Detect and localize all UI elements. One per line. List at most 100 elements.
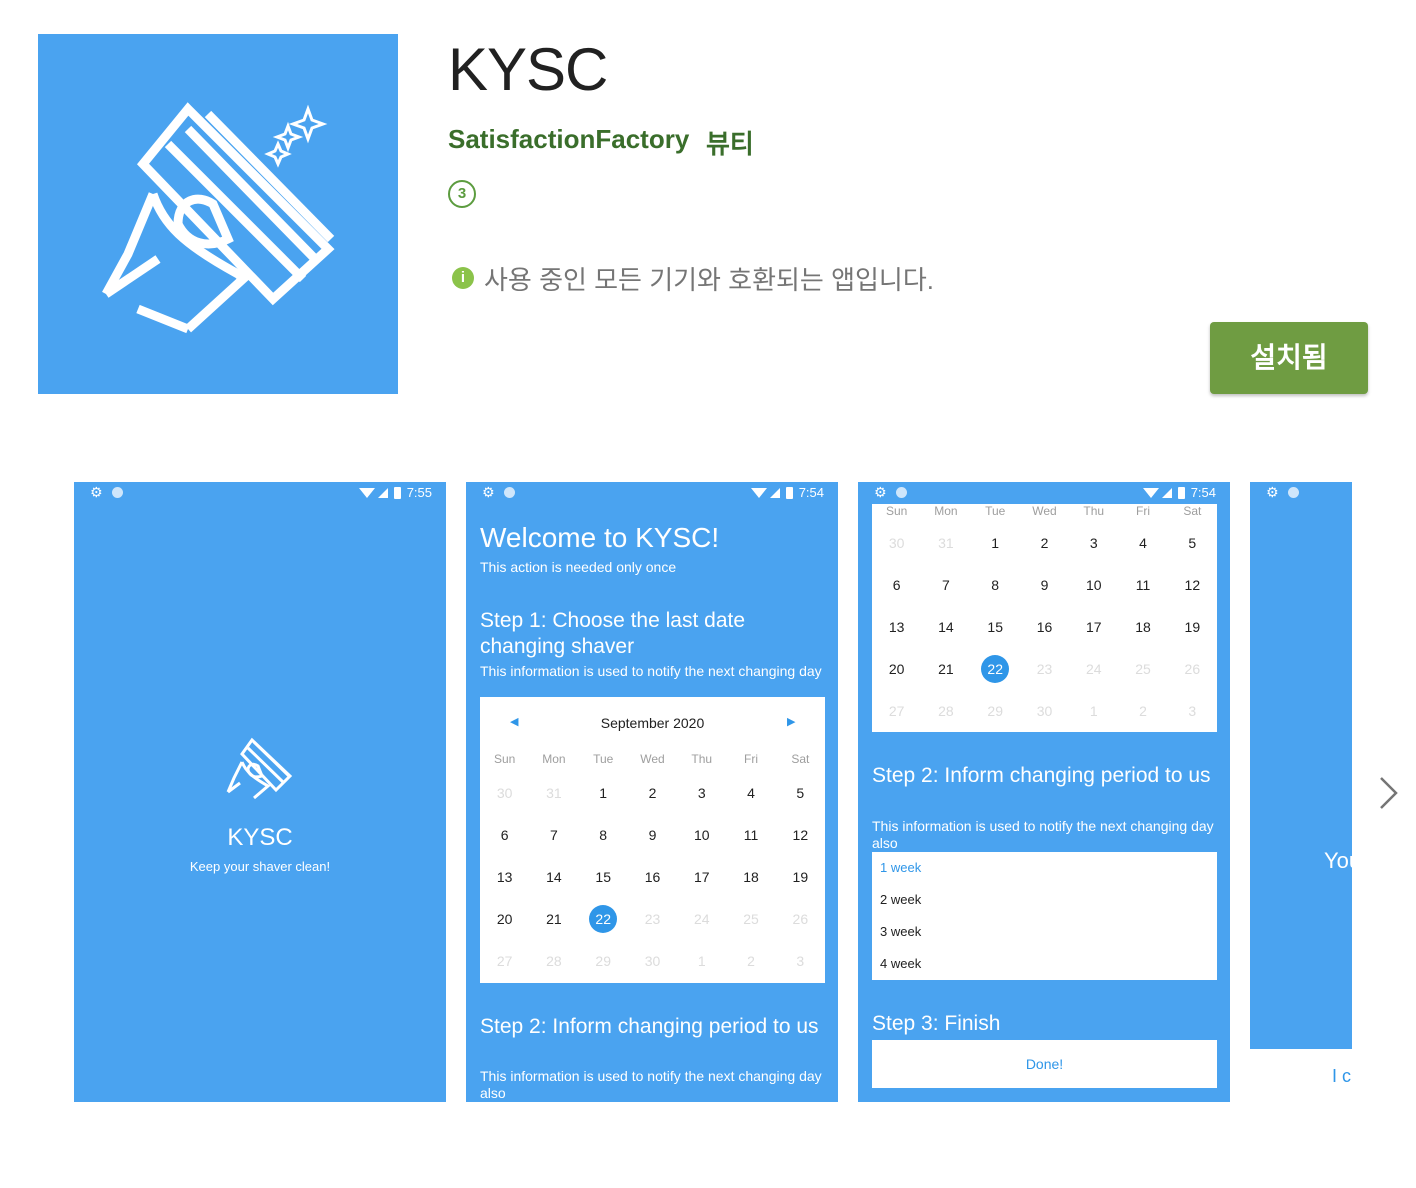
calendar-day[interactable]: 17 (1069, 612, 1118, 642)
calendar-day[interactable]: 1 (971, 528, 1020, 558)
calendar-day[interactable]: 8 (971, 570, 1020, 600)
calendar-week-row: 27 28 29 30 1 2 3 (872, 690, 1217, 732)
calendar-day[interactable]: 29 (971, 696, 1020, 726)
calendar-day[interactable]: 31 (529, 778, 578, 808)
calendar-day[interactable]: 3 (677, 778, 726, 808)
calendar-day[interactable]: 21 (921, 654, 970, 684)
calendar-day[interactable]: 14 (529, 862, 578, 892)
calendar-day[interactable]: 12 (1168, 570, 1217, 600)
done-button[interactable]: Done! (872, 1040, 1217, 1088)
calendar-week-row: 13 14 15 16 17 18 19 (872, 606, 1217, 648)
install-button[interactable]: 설치됨 (1210, 322, 1368, 394)
calendar-day[interactable]: 19 (1168, 612, 1217, 642)
calendar-day[interactable]: 23 (628, 904, 677, 934)
calendar-weeks: 30 31 1 2 3 4 5 6 7 8 9 10 11 12 13 14 15 16 17 18 19 20 21 22 2… (872, 522, 1217, 732)
calendar-day[interactable]: 13 (480, 862, 529, 892)
calendar-day[interactable]: 16 (1020, 612, 1069, 642)
period-option[interactable]: 2 week (872, 884, 1217, 916)
calendar-day[interactable]: 24 (677, 904, 726, 934)
calendar-day[interactable]: 6 (872, 570, 921, 600)
calendar-day[interactable]: 30 (480, 778, 529, 808)
calendar-day-number: 26 (792, 911, 809, 927)
calendar-day[interactable]: 19 (776, 862, 825, 892)
screenshot-4[interactable]: ⚙ You (1250, 482, 1352, 1049)
calendar-day[interactable]: 15 (579, 862, 628, 892)
calendar[interactable]: Sun Mon Tue Wed Thu Fri Sat 30 31 1 2 3 4 5 6 7 8… (872, 504, 1217, 732)
calendar-day[interactable]: 15 (971, 612, 1020, 642)
calendar-day[interactable]: 11 (726, 820, 775, 850)
splash-title: KYSC (227, 824, 293, 851)
status-time: 7:54 (1190, 485, 1216, 500)
calendar-day[interactable]: 20 (480, 904, 529, 934)
calendar-day[interactable]: 1 (1069, 696, 1118, 726)
calendar-day[interactable]: 29 (579, 946, 628, 976)
screenshot-2[interactable]: ⚙ 7:54 Welcome to KYSC! This action is n… (466, 482, 838, 1102)
calendar-day[interactable]: 20 (872, 654, 921, 684)
razor-icon (226, 737, 293, 800)
developer-link[interactable]: SatisfactionFactory (448, 124, 689, 155)
calendar-day-number: 4 (1139, 535, 1147, 551)
calendar-day[interactable]: 4 (1118, 528, 1167, 558)
period-option[interactable]: 4 week (872, 948, 1217, 980)
calendar-day-number: 12 (1184, 577, 1201, 593)
calendar-day[interactable]: 2 (726, 946, 775, 976)
calendar-day[interactable]: 30 (628, 946, 677, 976)
calendar-day[interactable]: 10 (677, 820, 726, 850)
calendar-day[interactable]: 4 (726, 778, 775, 808)
screenshot-1[interactable]: ⚙ 7:55 KYSC Keep your shaver clean! (74, 482, 446, 1102)
calendar-day[interactable]: 3 (1069, 528, 1118, 558)
calendar-day[interactable]: 30 (1020, 696, 1069, 726)
calendar-day[interactable]: 2 (1020, 528, 1069, 558)
calendar-day[interactable]: 5 (776, 778, 825, 808)
calendar-day[interactable]: 21 (529, 904, 578, 934)
calendar-day[interactable]: 25 (1118, 654, 1167, 684)
screenshot-3[interactable]: Sun Mon Tue Wed Thu Fri Sat 30 31 1 2 3 4 5 6 7 8… (858, 482, 1230, 1102)
calendar-day[interactable]: 7 (529, 820, 578, 850)
calendar-day[interactable]: 27 (872, 696, 921, 726)
calendar-day[interactable]: 28 (921, 696, 970, 726)
calendar-day[interactable]: 7 (921, 570, 970, 600)
next-month-icon[interactable]: ▶ (787, 715, 795, 728)
calendar-day[interactable]: 26 (776, 904, 825, 934)
calendar-day[interactable]: 25 (726, 904, 775, 934)
calendar-day[interactable]: 26 (1168, 654, 1217, 684)
period-option[interactable]: 3 week (872, 916, 1217, 948)
period-option[interactable]: 1 week (872, 852, 1217, 884)
wifi-icon (1142, 487, 1159, 498)
calendar-day-selected[interactable]: 22 (579, 904, 628, 934)
calendar-day[interactable]: 5 (1168, 528, 1217, 558)
calendar-day[interactable]: 18 (1118, 612, 1167, 642)
calendar-day[interactable]: 1 (579, 778, 628, 808)
calendar-day[interactable]: 3 (1168, 696, 1217, 726)
calendar-day[interactable]: 12 (776, 820, 825, 850)
calendar-day-selected[interactable]: 22 (971, 654, 1020, 684)
calendar-day[interactable]: 28 (529, 946, 578, 976)
calendar-day[interactable]: 2 (628, 778, 677, 808)
calendar-week-row: 27 28 29 30 1 2 3 (480, 940, 825, 982)
calendar-day[interactable]: 11 (1118, 570, 1167, 600)
period-list[interactable]: 1 week 2 week 3 week 4 week (872, 852, 1217, 980)
calendar-day[interactable]: 18 (726, 862, 775, 892)
calendar-day[interactable]: 13 (872, 612, 921, 642)
calendar-day[interactable]: 17 (677, 862, 726, 892)
chevron-right-icon[interactable] (1378, 776, 1398, 810)
calendar-day[interactable]: 14 (921, 612, 970, 642)
calendar-day[interactable]: 27 (480, 946, 529, 976)
calendar-day[interactable]: 9 (1020, 570, 1069, 600)
category-link[interactable]: 뷰티 (706, 124, 754, 161)
calendar-day[interactable]: 8 (579, 820, 628, 850)
calendar-day[interactable]: 3 (776, 946, 825, 976)
calendar-day[interactable]: 6 (480, 820, 529, 850)
calendar-day[interactable]: 10 (1069, 570, 1118, 600)
settings-icon: ⚙ (90, 484, 103, 500)
calendar[interactable]: ◀ September 2020 ▶ Sun Mon Tue Wed Thu F… (480, 697, 825, 983)
calendar-day[interactable]: 1 (677, 946, 726, 976)
calendar-day[interactable]: 31 (921, 528, 970, 558)
calendar-day[interactable]: 9 (628, 820, 677, 850)
calendar-day[interactable]: 23 (1020, 654, 1069, 684)
calendar-day[interactable]: 30 (872, 528, 921, 558)
calendar-day[interactable]: 24 (1069, 654, 1118, 684)
calendar-day[interactable]: 16 (628, 862, 677, 892)
app-title: KYSC (448, 36, 608, 103)
calendar-day[interactable]: 2 (1118, 696, 1167, 726)
